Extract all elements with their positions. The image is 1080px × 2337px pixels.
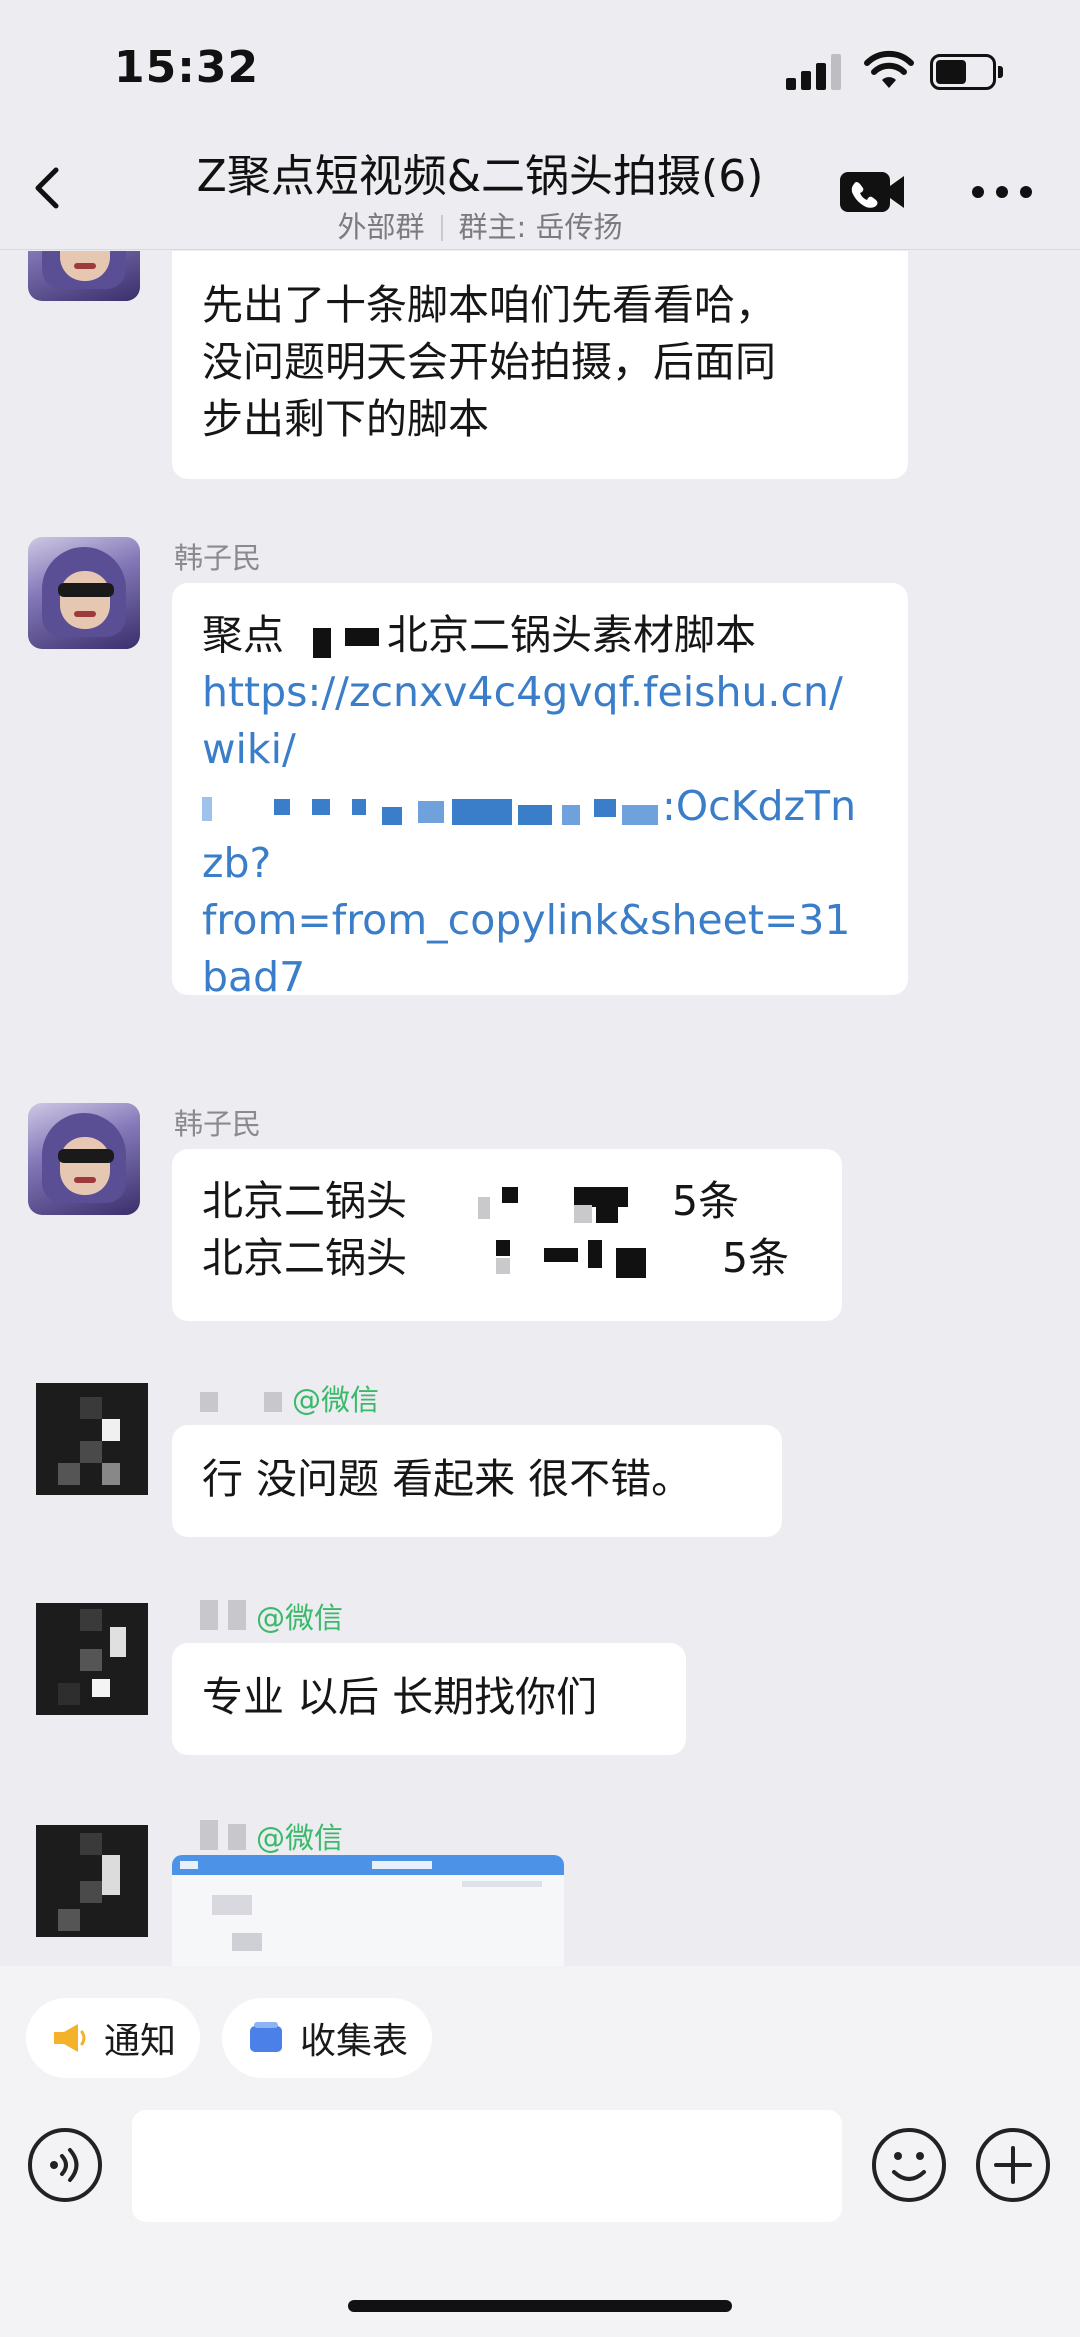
chat-screen: 15:32 Z聚点短视频&二锅头拍摄(6) 外部群 群主: 岳传扬 先出了十条脚…: [0, 0, 1080, 2337]
avatar[interactable]: [28, 251, 140, 301]
message-text: 聚点: [202, 611, 284, 659]
message-line: 没问题明天会开始拍摄，后面同: [202, 338, 776, 386]
message-link[interactable]: wiki/: [202, 721, 878, 778]
avatar[interactable]: [36, 1603, 148, 1715]
message-link[interactable]: :OcKdzTn: [202, 778, 878, 835]
redacted-name: [200, 1383, 292, 1417]
notice-button[interactable]: 通知: [26, 1998, 201, 2078]
chat-header: Z聚点短视频&二锅头拍摄(6) 外部群 群主: 岳传扬: [0, 130, 1080, 250]
signal-icon: [786, 54, 844, 90]
battery-icon: [930, 54, 1004, 90]
wechat-source-label: @微信: [256, 1821, 344, 1855]
message-bubble[interactable]: 北京二锅头 5条 北京二锅头 5条: [172, 1149, 842, 1321]
wechat-source-label: @微信: [256, 1601, 344, 1635]
sender-name: @微信: [200, 1815, 343, 1857]
message-link[interactable]: bad7: [202, 949, 878, 1006]
wifi-icon: [864, 50, 914, 88]
redacted-name: [200, 1820, 256, 1855]
redacted-text: [297, 618, 387, 658]
sender-name: @微信: [200, 1595, 343, 1637]
home-indicator[interactable]: [348, 2300, 732, 2312]
form-icon: [250, 2022, 282, 2052]
sender-name: 韩子民: [174, 541, 262, 575]
divider: [440, 215, 443, 241]
avatar[interactable]: [36, 1825, 148, 1937]
video-call-icon[interactable]: [840, 170, 906, 214]
message-link[interactable]: from=from_copylink&sheet=31: [202, 892, 878, 949]
form-label: 收集表: [300, 2021, 409, 2062]
image-message[interactable]: [172, 1855, 564, 1966]
message-list[interactable]: 先出了十条脚本咱们先看看哈， 没问题明天会开始拍摄，后面同 步出剩下的脚本 韩子…: [0, 251, 1080, 1966]
quick-action-bar: 通知 收集表: [0, 1966, 1080, 2106]
status-bar: 15:32: [0, 0, 1080, 130]
message-line: 北京二锅头 5条: [202, 1173, 812, 1230]
avatar[interactable]: [28, 537, 140, 649]
message-input[interactable]: [132, 2110, 842, 2222]
megaphone-icon: [54, 2024, 86, 2052]
message-count: 5条: [672, 1177, 740, 1225]
message-text: 北京二锅头: [202, 1177, 407, 1225]
avatar[interactable]: [28, 1103, 140, 1215]
message-bubble[interactable]: 行 没问题 看起来 很不错。: [172, 1425, 782, 1537]
message-link[interactable]: https://zcnxv4c4gvqf.feishu.cn/: [202, 664, 878, 721]
input-bar: [0, 2106, 1080, 2337]
back-icon[interactable]: [18, 158, 78, 218]
message-line: 聚点 北京二锅头素材脚本: [202, 607, 878, 664]
message-count: 5条: [722, 1234, 790, 1282]
more-options-icon[interactable]: [972, 186, 1032, 200]
message-bubble[interactable]: 专业 以后 长期找你们: [172, 1643, 686, 1755]
emoji-icon[interactable]: [872, 2128, 946, 2202]
sender-name: 韩子民: [174, 1107, 262, 1141]
voice-input-icon[interactable]: [28, 2128, 102, 2202]
message-bubble[interactable]: 先出了十条脚本咱们先看看哈， 没问题明天会开始拍摄，后面同 步出剩下的脚本: [172, 251, 908, 479]
notice-label: 通知: [104, 2021, 177, 2062]
message-text: 专业 以后 长期找你们: [202, 1673, 598, 1721]
message-link-text: :OcKdzTn: [662, 782, 857, 830]
message-bubble[interactable]: 聚点 北京二锅头素材脚本 https://zcnxv4c4gvqf.feishu…: [172, 583, 908, 1001]
chat-subtitle: 外部群 群主: 岳传扬: [150, 204, 810, 246]
status-time: 15:32: [114, 42, 260, 93]
redacted-text: [478, 1181, 648, 1225]
redacted-text: [496, 1236, 686, 1282]
redacted-name: [200, 1600, 256, 1635]
group-type-label: 外部群: [337, 210, 425, 244]
message-text: 北京二锅头素材脚本: [387, 611, 757, 659]
chat-title[interactable]: Z聚点短视频&二锅头拍摄(6): [150, 140, 810, 204]
message-line: 步出剩下的脚本: [202, 395, 489, 443]
avatar[interactable]: [36, 1383, 148, 1495]
sender-name: @微信: [200, 1377, 379, 1419]
message-text: 北京二锅头: [202, 1234, 407, 1282]
form-button[interactable]: 收集表: [222, 1998, 433, 2078]
group-owner-label: 群主: 岳传扬: [458, 210, 623, 244]
redacted-link: [202, 787, 662, 831]
message-link[interactable]: zb?: [202, 835, 878, 892]
message-text: 行 没问题 看起来 很不错。: [202, 1455, 693, 1503]
message-line: 北京二锅头 5条: [202, 1230, 812, 1287]
message-line: 先出了十条脚本咱们先看看哈，: [202, 281, 776, 329]
add-icon[interactable]: [976, 2128, 1050, 2202]
wechat-source-label: @微信: [292, 1383, 380, 1417]
